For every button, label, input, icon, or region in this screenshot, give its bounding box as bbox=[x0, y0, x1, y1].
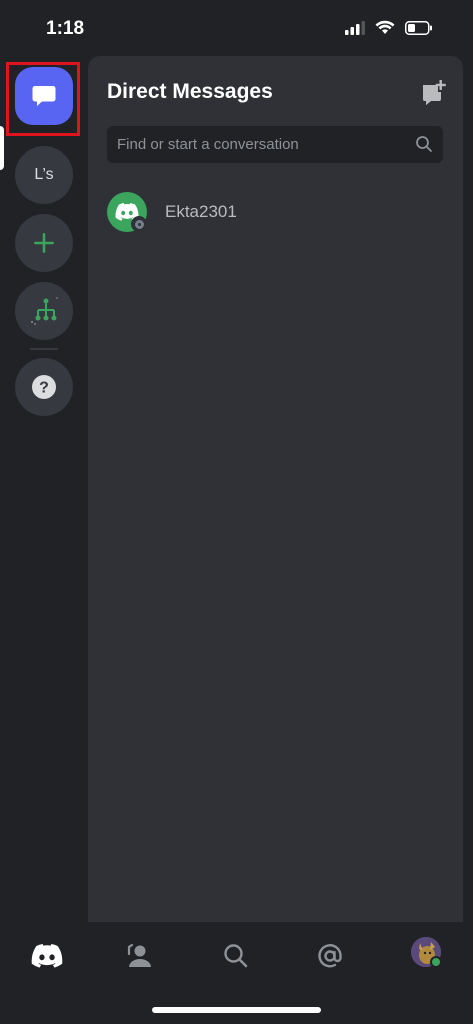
search-icon bbox=[416, 136, 432, 152]
nav-friends[interactable] bbox=[120, 936, 160, 976]
hierarchy-icon bbox=[31, 297, 58, 325]
server-rail: L’s ? bbox=[0, 56, 88, 922]
server-icon-ls[interactable]: L’s bbox=[15, 146, 73, 204]
at-sign-icon bbox=[318, 944, 342, 968]
dm-list-item[interactable]: Ekta2301 bbox=[107, 192, 443, 234]
friends-icon bbox=[127, 943, 151, 967]
status-bar: 1:18 bbox=[0, 0, 473, 56]
home-indicator bbox=[152, 1007, 321, 1013]
nav-search[interactable] bbox=[216, 936, 256, 976]
search-placeholder: Find or start a conversation bbox=[117, 136, 299, 153]
nav-mentions[interactable] bbox=[310, 936, 350, 976]
explore-servers-button[interactable] bbox=[15, 282, 73, 340]
discord-logo-icon bbox=[31, 944, 63, 968]
search-input[interactable]: Find or start a conversation bbox=[107, 126, 443, 163]
server-label: L’s bbox=[34, 166, 54, 183]
svg-text:?: ? bbox=[39, 380, 49, 397]
direct-messages-panel: Direct Messages Find or start a conversa… bbox=[88, 56, 463, 922]
dm-username: Ekta2301 bbox=[165, 202, 237, 221]
rail-divider bbox=[30, 348, 58, 350]
wifi-icon bbox=[375, 20, 395, 34]
page-title: Direct Messages bbox=[107, 80, 273, 103]
battery-icon bbox=[405, 20, 432, 35]
highlight-box bbox=[6, 62, 80, 136]
offline-status-icon bbox=[131, 216, 147, 232]
new-message-icon[interactable] bbox=[420, 80, 446, 106]
online-status-icon bbox=[430, 956, 442, 968]
bottom-nav bbox=[0, 922, 473, 1024]
nav-home[interactable] bbox=[27, 936, 67, 976]
plus-icon bbox=[34, 233, 54, 253]
status-icons bbox=[345, 20, 433, 35]
question-icon: ? bbox=[32, 375, 56, 399]
search-icon bbox=[224, 944, 248, 968]
help-button[interactable]: ? bbox=[15, 358, 73, 416]
clock: 1:18 bbox=[46, 18, 85, 39]
signal-icon bbox=[345, 20, 365, 35]
add-server-button[interactable] bbox=[15, 214, 73, 272]
selected-indicator bbox=[0, 126, 4, 170]
